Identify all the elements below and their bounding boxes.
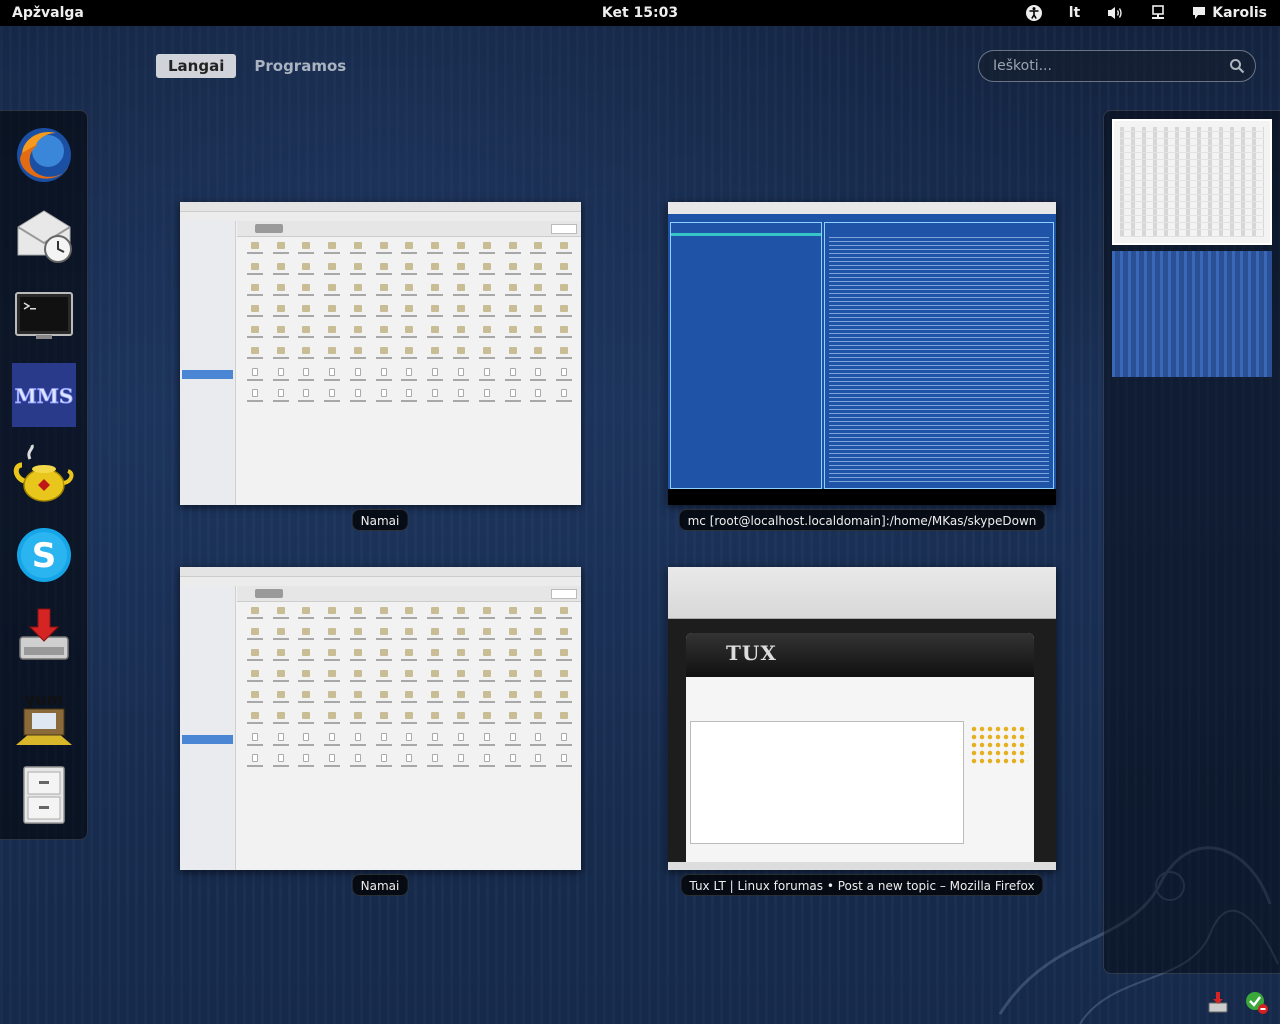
workspace-switcher [1103,110,1280,974]
file-cabinet-icon [22,766,65,824]
evolution-mail-icon [16,210,72,263]
workspace-2[interactable] [1112,251,1272,377]
volume-menu[interactable] [1093,0,1137,26]
window-title: Namai [351,509,409,531]
status-area: lt Karolis [1012,0,1280,26]
accessibility-icon [1025,5,1042,21]
dash: MMS S yum [0,110,88,840]
tab-windows[interactable]: Langai [156,54,237,78]
dash-item-yumex[interactable]: yum [11,683,77,747]
window-title: Tux LT | Linux forumas • Post a new topi… [680,874,1044,896]
svg-text:S: S [31,536,56,576]
message-tray [1206,990,1280,1024]
dash-item-teapot[interactable] [11,443,77,507]
installer-icon [18,608,69,660]
window-title: mc [root@localhost.localdomain]:/home/MK… [678,509,1046,531]
dash-item-skype[interactable]: S [11,523,77,587]
midnight-commander-preview [668,202,1056,505]
network-menu[interactable] [1137,0,1179,26]
top-panel: Apžvalga Ket 15:03 lt Karolis [0,0,1280,26]
mms-icon: MMS [11,363,76,427]
workspace-1[interactable] [1112,119,1272,245]
user-name: Karolis [1212,5,1267,21]
dash-item-files[interactable] [11,763,77,827]
volume-icon [1108,7,1122,19]
search-input[interactable] [993,58,1229,74]
activities-button[interactable]: Apžvalga [0,0,96,26]
teapot-icon [13,444,73,502]
dash-item-mms[interactable]: MMS [11,363,77,427]
dash-item-terminal[interactable] [11,283,77,347]
skype-icon: S [16,528,71,582]
network-icon [1152,5,1165,19]
yumex-icon: yum [15,690,72,745]
keyboard-layout-menu[interactable]: lt [1056,0,1094,26]
tab-applications[interactable]: Programos [242,54,358,78]
dash-item-firefox[interactable] [11,123,77,187]
window-title: Namai [351,874,409,896]
svg-text:MMS: MMS [14,384,73,408]
search-icon [1230,59,1245,74]
firefox-preview: TUX [668,567,1056,870]
terminal-icon [14,292,73,339]
dash-item-evolution[interactable] [11,203,77,267]
clock[interactable]: Ket 15:03 [602,5,678,21]
forum-logo: TUX [726,641,777,665]
svg-text:yum: yum [24,690,63,709]
firefox-icon [16,128,71,182]
dash-item-installer[interactable] [11,603,77,667]
search-box[interactable] [978,50,1256,82]
update-tray-icon[interactable] [1244,990,1268,1014]
file-manager-preview [180,567,581,870]
accessibility-menu[interactable] [1012,0,1056,26]
view-selector: Langai Programos [156,54,358,78]
chat-icon [1193,7,1206,19]
installer-tray-icon[interactable] [1206,990,1230,1014]
user-menu[interactable]: Karolis [1179,0,1280,26]
keyboard-layout-label: lt [1068,5,1081,21]
file-manager-preview [180,202,581,505]
